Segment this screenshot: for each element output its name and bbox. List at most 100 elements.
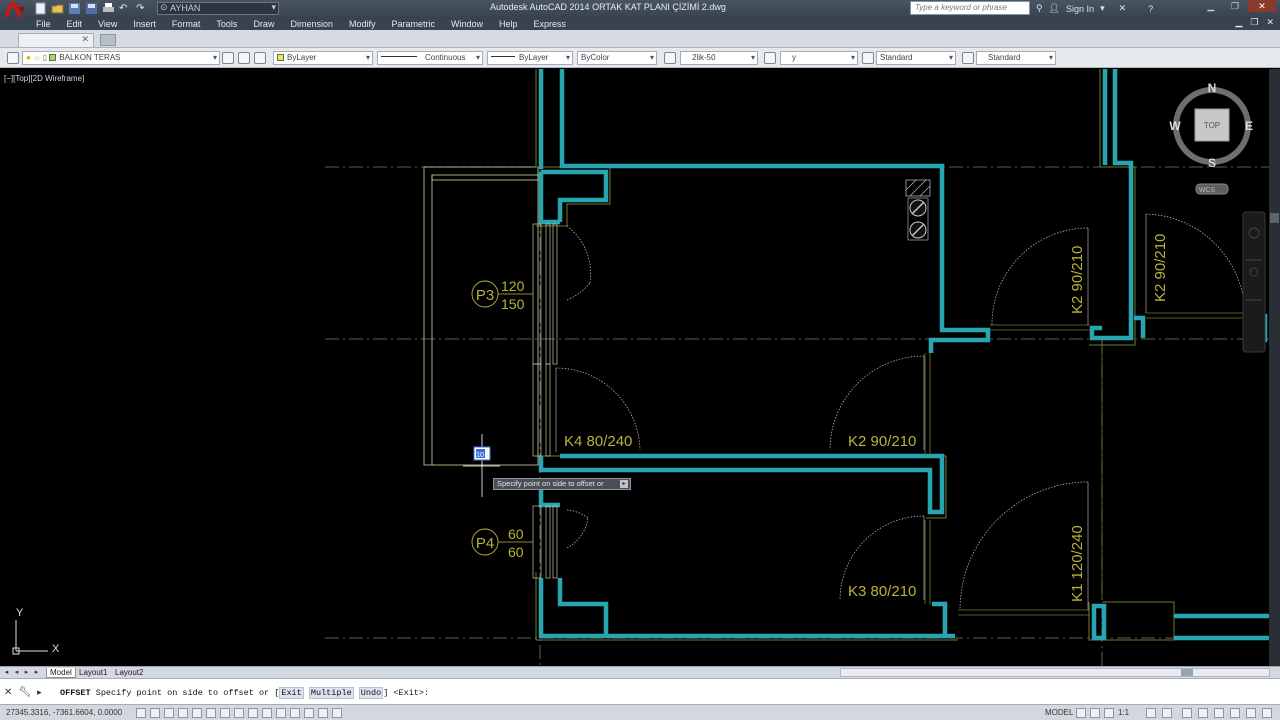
doc-minimize-button[interactable]: ▁ — [1235, 17, 1242, 28]
doc-restore-button[interactable]: ❐ — [1250, 17, 1258, 28]
close-command-line-icon[interactable]: ✕ — [4, 687, 12, 698]
selection-cycling-icon[interactable] — [318, 708, 328, 718]
quick-properties-icon[interactable] — [304, 708, 314, 718]
chevron-down-icon[interactable]: ▾ — [1100, 3, 1105, 14]
workspace-switching-icon[interactable] — [1146, 708, 1156, 718]
grid-display-icon[interactable] — [164, 708, 174, 718]
new-tab-button[interactable] — [100, 34, 116, 46]
quick-view-drawings-icon[interactable] — [1090, 708, 1100, 718]
color-dropdown[interactable]: ByLayer — [273, 51, 373, 65]
doc-close-button[interactable]: ✕ — [1266, 17, 1274, 28]
tab-layout2[interactable]: Layout2 — [112, 668, 146, 678]
sign-in-link[interactable]: Sign In — [1066, 4, 1094, 14]
linetype-dropdown[interactable]: Continuous — [377, 51, 483, 65]
viewcube-face-label[interactable]: TOP — [1204, 121, 1220, 130]
new-file-icon[interactable] — [34, 2, 47, 15]
redo-icon[interactable]: ↷ — [136, 2, 149, 15]
object-snap-tracking-icon[interactable] — [234, 708, 244, 718]
drawing-canvas[interactable]: P3 120 150 P4 60 60 K4 80/240 K2 90/210 … — [0, 69, 1269, 666]
menu-modify[interactable]: Modify — [349, 19, 376, 29]
polar-tracking-icon[interactable] — [192, 708, 202, 718]
plotstyle-dropdown[interactable]: ByColor — [577, 51, 657, 65]
text-style-icon[interactable] — [664, 52, 676, 64]
menu-edit[interactable]: Edit — [67, 19, 83, 29]
menu-parametric[interactable]: Parametric — [392, 19, 436, 29]
viewport-controls[interactable]: [−][Top][2D Wireframe] — [4, 74, 84, 83]
viewcube-north[interactable]: N — [1208, 81, 1217, 95]
tab-layout1[interactable]: Layout1 — [76, 668, 110, 678]
minimize-button[interactable]: ▁ — [1200, 0, 1222, 12]
horizontal-scrollbar[interactable] — [840, 668, 1270, 677]
menu-tools[interactable]: Tools — [216, 19, 237, 29]
command-line[interactable]: ✕ 🔧︎ ▸ OFFSET Specify point on side to o… — [0, 678, 1280, 704]
navigation-bar[interactable] — [1242, 211, 1266, 353]
last-tab-icon[interactable]: ▸ — [32, 667, 41, 678]
clean-screen-icon[interactable] — [1230, 708, 1240, 718]
user-icon[interactable]: 👤︎ — [1049, 3, 1060, 14]
viewcube-south[interactable]: S — [1208, 156, 1216, 170]
hardware-acceleration-icon[interactable] — [1182, 708, 1192, 718]
ucs-menu-label[interactable]: WCS — [1199, 187, 1216, 194]
menu-insert[interactable]: Insert — [133, 19, 156, 29]
dynamic-input[interactable]: 10 — [473, 446, 491, 461]
customization-icon[interactable] — [1246, 708, 1256, 718]
layer-dropdown[interactable]: ● ☼ ▯ BALKON TERAS — [22, 51, 220, 65]
tooltip-options-icon[interactable]: ▸ — [620, 480, 628, 488]
status-bar-menu-icon[interactable] — [1214, 708, 1224, 718]
option-multiple[interactable]: Multiple — [308, 687, 354, 699]
menu-file[interactable]: File — [36, 19, 51, 29]
next-tab-icon[interactable]: ▸ — [22, 667, 31, 678]
menu-express[interactable]: Express — [534, 19, 567, 29]
menu-window[interactable]: Window — [451, 19, 483, 29]
text-style-dropdown[interactable]: 2lik-50 — [680, 51, 758, 65]
transparency-icon[interactable] — [290, 708, 300, 718]
annotation-monitor-icon[interactable] — [332, 708, 342, 718]
layer-match-icon[interactable] — [254, 52, 266, 64]
layer-previous-icon[interactable] — [238, 52, 250, 64]
option-exit[interactable]: Exit — [279, 687, 304, 699]
ortho-mode-icon[interactable] — [178, 708, 188, 718]
workspace-dropdown[interactable]: AYHAN — [157, 2, 279, 15]
annotation-visibility-icon[interactable] — [1104, 708, 1114, 718]
3d-object-snap-icon[interactable] — [220, 708, 230, 718]
vertical-scrollbar[interactable] — [1269, 69, 1280, 666]
snap-mode-icon[interactable] — [150, 708, 160, 718]
file-tab[interactable]: ✕ — [18, 33, 94, 47]
dim-style-dropdown[interactable]: y — [780, 51, 858, 65]
exchange-icon[interactable]: ✕ — [1119, 3, 1127, 14]
help-icon[interactable]: ? — [1148, 4, 1153, 14]
table-style-icon[interactable] — [862, 52, 874, 64]
quick-view-layouts-icon[interactable] — [1076, 708, 1086, 718]
infer-constraints-icon[interactable] — [136, 708, 146, 718]
isolate-objects-icon[interactable] — [1198, 708, 1208, 718]
model-space-toggle[interactable]: MODEL — [1045, 708, 1073, 717]
undo-icon[interactable]: ↶ — [119, 2, 132, 15]
layer-properties-icon[interactable] — [7, 52, 19, 64]
multileader-style-icon[interactable] — [962, 52, 974, 64]
multileader-style-dropdown[interactable]: Standard — [976, 51, 1056, 65]
coordinate-readout[interactable]: 27345.3316, -7361.6604, 0.0000 — [6, 708, 122, 717]
save-icon[interactable] — [68, 2, 81, 15]
dynamic-input-icon[interactable] — [262, 708, 272, 718]
viewcube-west[interactable]: W — [1169, 119, 1181, 133]
object-snap-icon[interactable] — [206, 708, 216, 718]
close-tab-icon[interactable]: ✕ — [81, 34, 89, 45]
binoculars-icon[interactable]: ⚲ — [1036, 3, 1043, 14]
open-folder-icon[interactable] — [51, 2, 64, 15]
make-current-layer-icon[interactable] — [222, 52, 234, 64]
tab-model[interactable]: Model — [46, 668, 76, 678]
recent-commands-icon[interactable]: ▸ — [37, 687, 42, 698]
lineweight-dropdown[interactable]: ByLayer — [487, 51, 573, 65]
viewcube-east[interactable]: E — [1245, 119, 1253, 133]
menu-draw[interactable]: Draw — [253, 19, 274, 29]
lineweight-toggle-icon[interactable] — [276, 708, 286, 718]
search-input[interactable]: Type a keyword or phrase — [910, 1, 1030, 15]
restore-button[interactable]: ❐ — [1224, 0, 1246, 12]
prev-tab-icon[interactable]: ◂ — [12, 667, 21, 678]
menu-format[interactable]: Format — [172, 19, 201, 29]
menu-help[interactable]: Help — [499, 19, 518, 29]
toolbar-lock-icon[interactable] — [1162, 708, 1172, 718]
close-button[interactable]: ✕ — [1248, 0, 1276, 12]
annotation-scale[interactable]: 1:1 — [1118, 708, 1129, 717]
menu-dimension[interactable]: Dimension — [290, 19, 333, 29]
